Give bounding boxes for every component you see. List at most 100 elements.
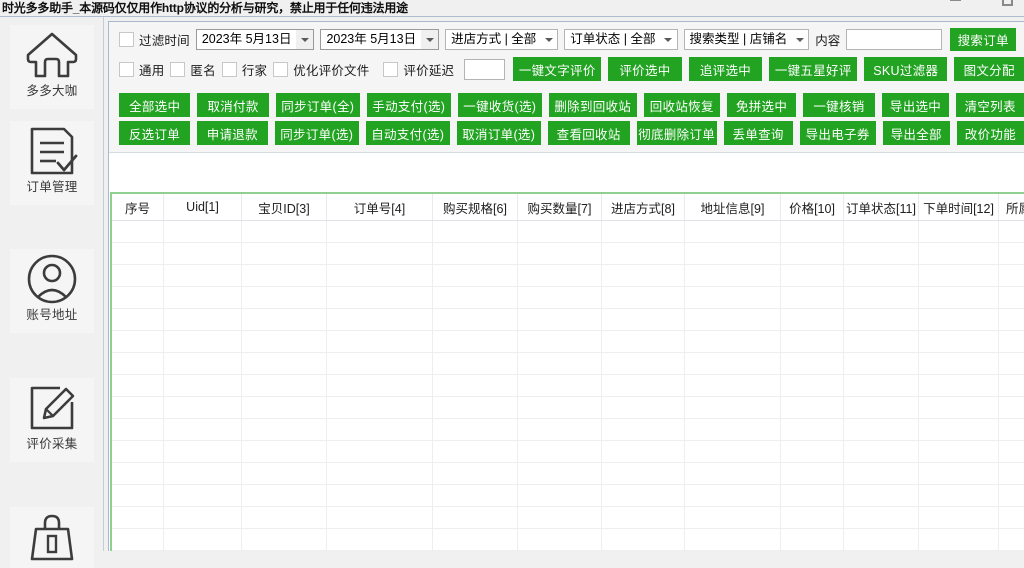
sidebar-item-orders[interactable]: 订单管理: [10, 121, 94, 205]
followup-review-selected-button[interactable]: 追评选中: [688, 57, 763, 81]
table-cell: [685, 419, 781, 440]
one-click-receive-selected-button[interactable]: 一键收货(选): [457, 93, 542, 117]
review-delay-checkbox[interactable]: [383, 61, 399, 77]
table-row[interactable]: [112, 507, 1024, 529]
anonymous-checkbox-wrap[interactable]: 匿名: [170, 60, 216, 79]
table-row[interactable]: [112, 331, 1024, 353]
table-cell: [685, 441, 781, 462]
one-click-verify-button[interactable]: 一键核销: [803, 93, 875, 117]
manual-pay-selected-button[interactable]: 手动支付(选): [366, 93, 451, 117]
lost-order-query-button[interactable]: 丢单查询: [723, 121, 793, 145]
review-delay-checkbox-wrap[interactable]: 评价延迟: [383, 60, 454, 79]
invert-selection-button[interactable]: 反选订单: [119, 121, 190, 145]
anonymous-checkbox[interactable]: [170, 61, 186, 77]
sku-filter-button[interactable]: SKU过滤器: [864, 57, 948, 81]
table-cell: [518, 243, 602, 264]
restore-from-recycle-bin-button[interactable]: 回收站恢复: [643, 93, 720, 117]
expert-checkbox[interactable]: [221, 61, 237, 77]
maximize-button[interactable]: [992, 0, 1022, 9]
chevron-down-icon[interactable]: [540, 30, 558, 49]
chevron-down-icon[interactable]: [659, 30, 677, 49]
export-selected-button[interactable]: 导出选中: [881, 93, 950, 117]
select-all-button[interactable]: 全部选中: [119, 93, 191, 117]
minimize-button[interactable]: [940, 0, 970, 9]
expert-checkbox-wrap[interactable]: 行家: [221, 60, 267, 79]
table-row[interactable]: [112, 353, 1024, 375]
table-cell: [433, 375, 518, 396]
table-column-header[interactable]: 所属: [999, 194, 1024, 220]
table-column-header[interactable]: 订单状态[11]: [844, 194, 919, 220]
filter-time-checkbox-wrap[interactable]: 过滤时间: [119, 30, 190, 49]
one-click-text-review-button[interactable]: 一键文字评价: [513, 57, 602, 81]
order-status-select[interactable]: 订单状态 | 全部: [564, 29, 678, 50]
table-row[interactable]: [112, 287, 1024, 309]
filter-time-checkbox[interactable]: [119, 32, 134, 47]
date-start-picker[interactable]: 2023年 5月13日: [195, 29, 315, 50]
view-recycle-bin-button[interactable]: 查看回收站: [547, 121, 630, 145]
table-row[interactable]: [112, 243, 1024, 265]
table-body[interactable]: [112, 221, 1024, 551]
table-column-header[interactable]: Uid[1]: [164, 194, 242, 220]
table-row[interactable]: [112, 441, 1024, 463]
sidebar-item-home[interactable]: 多多大咖: [10, 25, 94, 109]
sidebar-item-shop[interactable]: [10, 507, 94, 568]
table-row[interactable]: [112, 375, 1024, 397]
delete-to-recycle-bin-button[interactable]: 删除到回收站: [548, 93, 637, 117]
general-checkbox-wrap[interactable]: 通用: [119, 60, 164, 79]
search-orders-button[interactable]: 搜索订单: [950, 28, 1017, 51]
table-row[interactable]: [112, 529, 1024, 551]
table-cell: [602, 463, 685, 484]
permanently-delete-orders-button[interactable]: 彻底删除订单: [636, 121, 717, 145]
home-icon: [24, 27, 80, 83]
table-row[interactable]: [112, 463, 1024, 485]
sidebar-item-reviews[interactable]: 评价采集: [10, 378, 94, 462]
table-row[interactable]: [112, 485, 1024, 507]
image-text-allocation-button[interactable]: 图文分配: [954, 57, 1024, 81]
table-row[interactable]: [112, 265, 1024, 287]
sync-orders-selected-button[interactable]: 同步订单(选): [274, 121, 359, 145]
entry-method-select[interactable]: 进店方式 | 全部: [445, 29, 559, 50]
table-row[interactable]: [112, 221, 1024, 243]
optimize-review-file-checkbox[interactable]: [273, 61, 289, 77]
table-column-header[interactable]: 订单号[4]: [327, 194, 433, 220]
review-selected-button[interactable]: 评价选中: [608, 57, 682, 81]
price-change-button[interactable]: 改价功能: [956, 121, 1024, 145]
no-group-buy-selected-button[interactable]: 免拼选中: [726, 93, 797, 117]
table-column-header[interactable]: 进店方式[8]: [602, 194, 685, 220]
table-row[interactable]: [112, 419, 1024, 441]
auto-pay-selected-button[interactable]: 自动支付(选): [365, 121, 450, 145]
general-checkbox[interactable]: [119, 61, 134, 77]
export-all-button[interactable]: 导出全部: [882, 121, 950, 145]
apply-refund-button[interactable]: 申请退款: [196, 121, 268, 145]
sync-orders-all-button[interactable]: 同步订单(全): [275, 93, 360, 117]
table-column-header[interactable]: 购买规格[6]: [433, 194, 518, 220]
table-column-header[interactable]: 地址信息[9]: [685, 194, 781, 220]
table-cell: [919, 243, 999, 264]
sidebar-item-account[interactable]: 账号地址: [10, 249, 94, 333]
table-column-header[interactable]: 宝贝ID[3]: [242, 194, 327, 220]
table-column-header[interactable]: 购买数量[7]: [518, 194, 602, 220]
chevron-down-icon[interactable]: [296, 30, 314, 49]
cancel-payment-button[interactable]: 取消付款: [197, 93, 269, 117]
table-cell: [518, 375, 602, 396]
search-type-select[interactable]: 搜索类型 | 店铺名: [683, 29, 810, 50]
cancel-orders-selected-button[interactable]: 取消订单(选): [456, 121, 541, 145]
clear-list-button[interactable]: 清空列表: [956, 93, 1024, 117]
chevron-down-icon[interactable]: [791, 30, 809, 49]
one-click-five-star-button[interactable]: 一键五星好评: [769, 57, 858, 81]
table-cell: [518, 309, 602, 330]
export-evouchers-button[interactable]: 导出电子券: [799, 121, 876, 145]
table-column-header[interactable]: 价格[10]: [781, 194, 844, 220]
review-delay-input[interactable]: [464, 58, 506, 80]
chevron-down-icon[interactable]: [421, 30, 439, 49]
table-cell: [999, 397, 1024, 418]
table-row[interactable]: [112, 309, 1024, 331]
optimize-review-file-checkbox-wrap[interactable]: 优化评价文件: [273, 60, 369, 79]
table-column-header[interactable]: 下单时间[12]: [919, 194, 999, 220]
date-end-picker[interactable]: 2023年 5月13日: [320, 29, 440, 50]
table-row[interactable]: [112, 397, 1024, 419]
table-column-header[interactable]: 序号: [112, 194, 164, 220]
table-cell: [164, 221, 242, 242]
content-input[interactable]: [846, 29, 943, 50]
table-cell: [518, 331, 602, 352]
